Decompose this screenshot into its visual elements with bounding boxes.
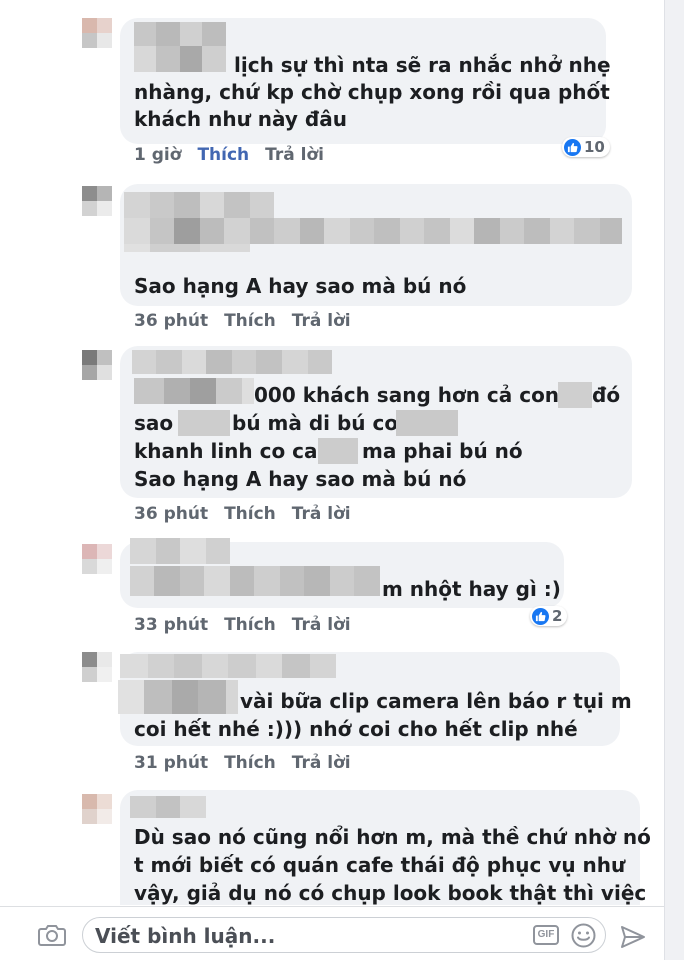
scrollbar-track[interactable] [664, 0, 684, 960]
like-reaction-icon [564, 138, 581, 156]
comment-text: Sao hạng A hay sao mà bú nó [134, 467, 467, 491]
comment-text: khách như này đâu [134, 107, 347, 131]
comment-text: nhàng, chứ kp chờ chụp xong rồi qua phốt [134, 80, 610, 104]
comment-text: bú mà di bú con [232, 411, 413, 435]
timestamp[interactable]: 31 phút [134, 753, 208, 773]
comment-text: 000 khách sang hơn cả con [254, 383, 560, 407]
like-button[interactable]: Thích [224, 753, 276, 773]
comment-text: khanh linh co cai [134, 439, 325, 463]
avatar[interactable] [82, 186, 112, 216]
avatar[interactable] [82, 544, 112, 574]
comment-composer: Viết bình luận... GIF [0, 906, 664, 961]
like-button[interactable]: Thích [224, 311, 276, 331]
comment-input[interactable]: Viết bình luận... GIF [82, 917, 606, 953]
send-icon[interactable] [620, 925, 646, 949]
reply-button[interactable]: Trả lời [265, 145, 324, 165]
reply-button[interactable]: Trả lời [292, 753, 351, 773]
avatar[interactable] [82, 350, 112, 380]
comment-text: lịch sự thì nta sẽ ra nhắc nhở nhẹ [234, 53, 611, 77]
comment-text: coi hết nhé :))) nhớ coi cho hết clip nh… [134, 717, 578, 741]
comment-text: sao [134, 411, 174, 435]
gif-icon[interactable]: GIF [533, 925, 559, 945]
avatar[interactable] [82, 18, 112, 48]
comment-text: t mới biết có quán cafe thái độ phục vụ … [134, 853, 626, 877]
comment-text: m nhột hay gì :) [382, 577, 561, 601]
reply-button[interactable]: Trả lời [292, 504, 351, 524]
timestamp[interactable]: 36 phút [134, 311, 208, 331]
like-reaction-icon [532, 607, 549, 625]
timestamp[interactable]: 33 phút [134, 615, 208, 635]
reply-button[interactable]: Trả lời [292, 311, 351, 331]
comment-text: Dù sao nó cũng nổi hơn m, mà thề chứ nhờ… [134, 825, 651, 849]
comment-actions: 31 phút Thích Trả lời [134, 753, 351, 773]
reaction-count[interactable]: 10 [562, 137, 610, 157]
comment-input-placeholder: Viết bình luận... [95, 924, 276, 948]
comment-actions: 33 phút Thích Trả lời [134, 615, 351, 635]
timestamp[interactable]: 36 phút [134, 504, 208, 524]
comment-actions: 36 phút Thích Trả lời [134, 504, 351, 524]
avatar[interactable] [82, 794, 112, 824]
reply-button[interactable]: Trả lời [292, 615, 351, 635]
comment-text: Sao hạng A hay sao mà bú nó [134, 274, 467, 298]
comment-text: đó [592, 383, 621, 407]
comment-actions: 36 phút Thích Trả lời [134, 311, 351, 331]
like-button[interactable]: Thích [224, 504, 276, 524]
comment-thread: lịch sự thì nta sẽ ra nhắc nhở nhẹ nhàng… [0, 0, 664, 905]
reaction-count-value: 2 [552, 607, 563, 625]
comment-actions: 1 giờ Thích Trả lời [134, 145, 324, 165]
comment-text: vậy, giả dụ nó có chụp look book thật th… [134, 881, 647, 905]
emoji-icon[interactable] [571, 923, 596, 948]
comment-text: ma phai bú nó [362, 439, 523, 463]
reaction-count[interactable]: 2 [530, 606, 568, 626]
timestamp[interactable]: 1 giờ [134, 145, 181, 165]
like-button[interactable]: Thích [197, 145, 249, 165]
like-button[interactable]: Thích [224, 615, 276, 635]
reaction-count-value: 10 [584, 138, 605, 156]
camera-icon[interactable] [38, 923, 66, 947]
comment-text: vài bữa clip camera lên báo r tụi m [240, 689, 632, 713]
avatar[interactable] [82, 652, 112, 682]
